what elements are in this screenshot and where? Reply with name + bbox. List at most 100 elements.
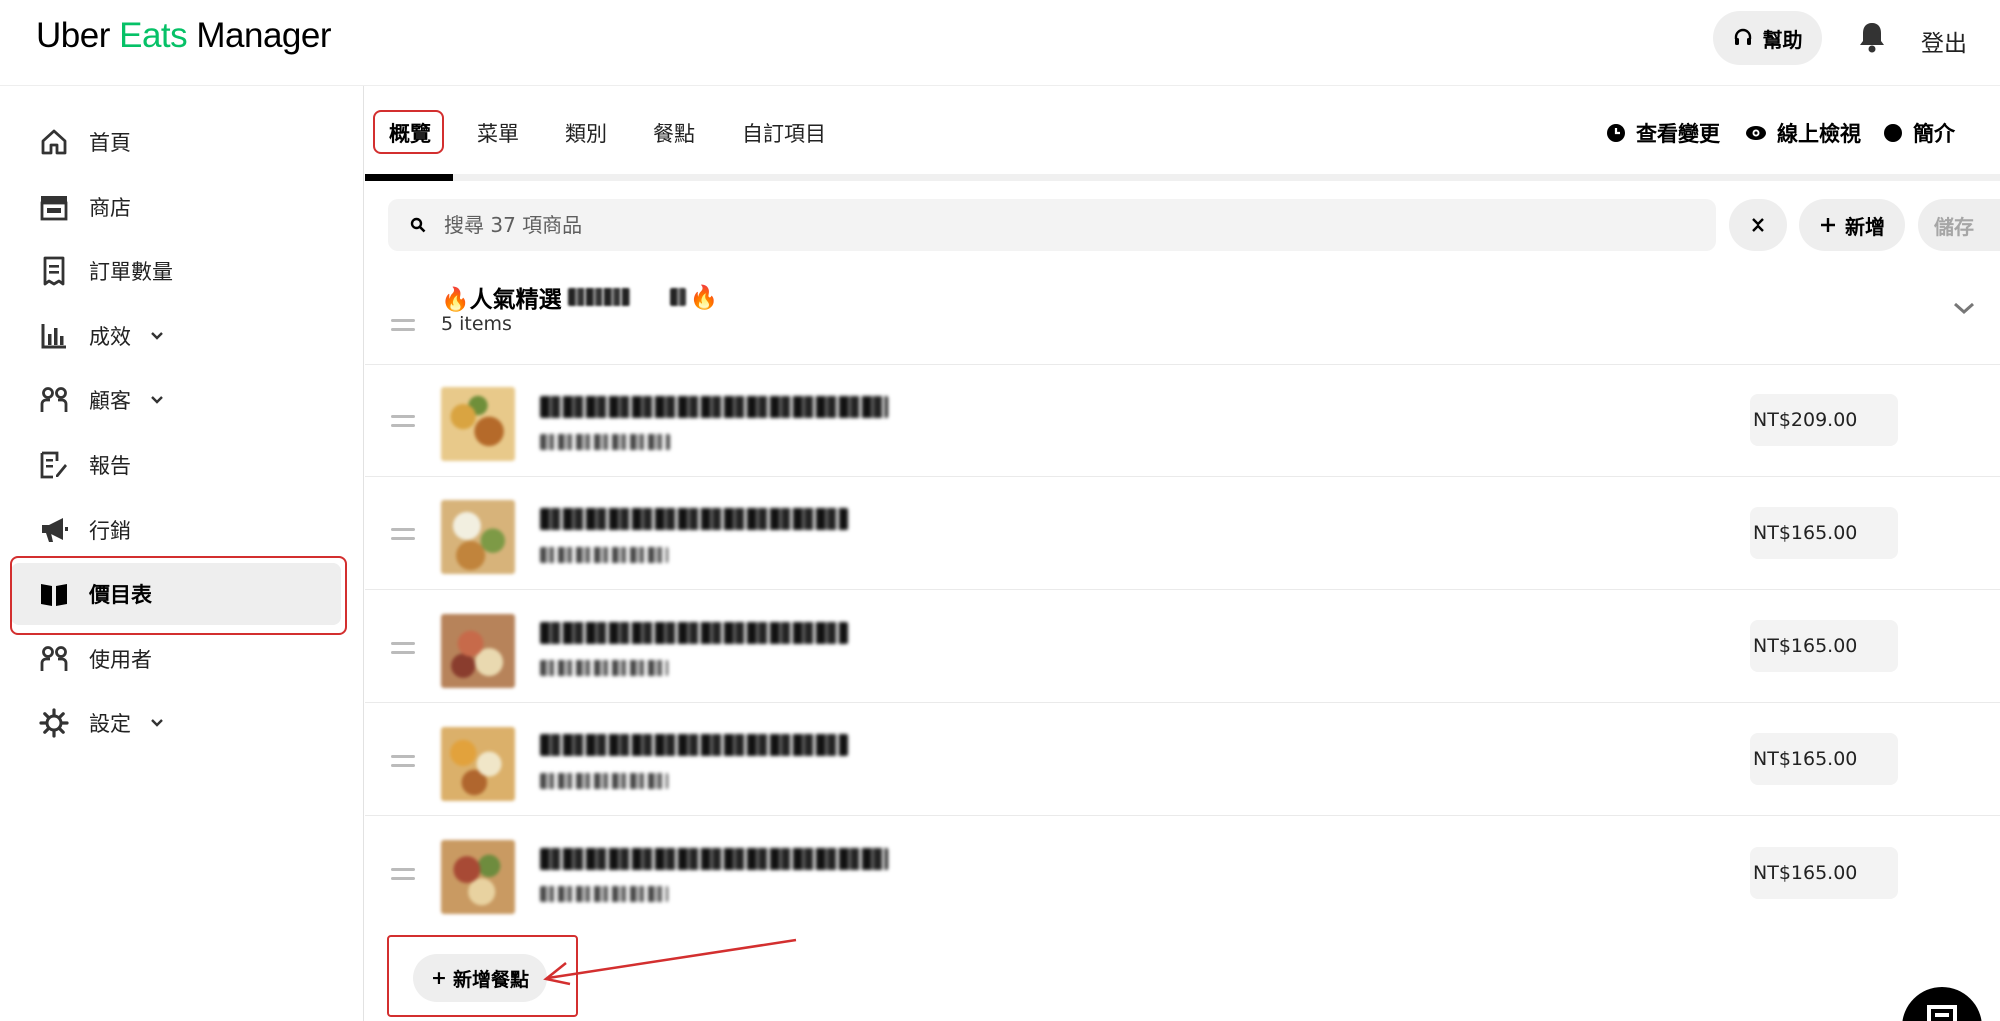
- sidebar-item-price-list[interactable]: 價目表: [11, 563, 341, 625]
- add-item-label: 新增餐點: [452, 968, 529, 991]
- customers-icon: [35, 381, 73, 419]
- sidebar-item-label: 行銷: [89, 519, 131, 543]
- add-item-button[interactable]: + 新增餐點: [413, 954, 547, 1002]
- preview-online-button[interactable]: 線上檢視: [1745, 118, 1861, 148]
- sidebar-item-label: 訂單數量: [89, 260, 173, 284]
- item-thumbnail[interactable]: [441, 614, 515, 688]
- tab-overview[interactable]: 概覽: [389, 118, 431, 148]
- collapse-all-button[interactable]: [1729, 199, 1787, 251]
- chevron-down-icon[interactable]: [1951, 300, 1977, 316]
- search-bar[interactable]: [388, 199, 1716, 251]
- help-label: 幫助: [1762, 27, 1803, 52]
- logo-eats-text: Eats: [119, 16, 188, 55]
- logo-uber-text: Uber: [36, 16, 120, 55]
- drag-handle-icon[interactable]: [391, 755, 415, 767]
- sidebar-item-home[interactable]: 首頁: [11, 111, 341, 173]
- logo-manager-text: Manager: [187, 16, 332, 55]
- sidebar: 首頁 商店 訂單數量 成效 顧客 報告 行銷 價目表 使用者 設定: [0, 86, 364, 1021]
- add-label: 新增: [1845, 214, 1885, 239]
- tab-active-indicator: [365, 174, 453, 181]
- category-title-prefix: 🔥人氣精選: [441, 287, 562, 313]
- store-icon: [35, 188, 73, 226]
- chart-icon: [35, 317, 73, 355]
- report-icon: [35, 446, 73, 484]
- megaphone-icon: [35, 511, 73, 549]
- plus-icon: [1821, 218, 1835, 232]
- sidebar-item-label: 顧客: [89, 389, 131, 413]
- price-field[interactable]: NT$209.00: [1750, 394, 1898, 446]
- sidebar-item-orders[interactable]: 訂單數量: [11, 240, 341, 302]
- item-description-redacted: [540, 773, 668, 789]
- item-name-redacted[interactable]: [540, 508, 848, 530]
- drag-handle-icon[interactable]: [391, 868, 415, 880]
- tab-items[interactable]: 餐點: [653, 118, 695, 148]
- view-changes-label: 查看變更: [1636, 122, 1720, 146]
- gear-icon: [35, 704, 73, 742]
- item-thumbnail[interactable]: [441, 840, 515, 914]
- bell-icon[interactable]: [1857, 20, 1887, 54]
- item-name-redacted[interactable]: [540, 848, 888, 870]
- sidebar-item-store[interactable]: 商店: [11, 176, 341, 238]
- price-field[interactable]: NT$165.00: [1750, 620, 1898, 672]
- sidebar-item-performance[interactable]: 成效: [11, 305, 341, 367]
- sidebar-item-label: 使用者: [89, 648, 152, 672]
- drag-handle-icon[interactable]: [391, 415, 415, 427]
- intro-label: 簡介: [1913, 122, 1955, 146]
- logout-link[interactable]: 登出: [1921, 24, 1967, 58]
- intro-button[interactable]: 簡介: [1883, 118, 1955, 148]
- divider: [365, 815, 2000, 816]
- item-name-redacted[interactable]: [540, 396, 888, 418]
- drag-handle-icon[interactable]: [391, 642, 415, 654]
- uber-eats-manager-logo[interactable]: Uber Eats Manager: [36, 16, 332, 56]
- category-title-suffix: 🔥: [689, 284, 719, 311]
- sidebar-item-customers[interactable]: 顧客: [11, 369, 341, 431]
- tab-underline-track: [365, 174, 2000, 181]
- menu-square-icon: [1927, 1005, 1957, 1021]
- save-button[interactable]: 儲存: [1918, 199, 2000, 251]
- drag-handle-icon[interactable]: [391, 528, 415, 540]
- divider: [365, 702, 2000, 703]
- receipt-icon: [35, 252, 73, 290]
- tab-modifiers[interactable]: 自訂項目: [742, 118, 826, 148]
- drag-handle-icon[interactable]: [391, 319, 415, 331]
- sidebar-item-label: 首頁: [89, 131, 131, 155]
- users-icon: [35, 640, 73, 678]
- item-name-redacted[interactable]: [540, 622, 848, 644]
- item-thumbnail[interactable]: [441, 727, 515, 801]
- top-bar: Uber Eats Manager 幫助 登出: [0, 0, 2000, 86]
- tab-menus[interactable]: 菜單: [477, 118, 519, 148]
- price-field[interactable]: NT$165.00: [1750, 847, 1898, 899]
- sidebar-item-marketing[interactable]: 行銷: [11, 499, 341, 561]
- sidebar-item-label: 設定: [89, 712, 131, 736]
- menu-book-icon: [35, 575, 73, 613]
- redacted-text: [567, 288, 630, 306]
- redacted-text: [669, 288, 686, 306]
- item-thumbnail[interactable]: [441, 387, 515, 461]
- sidebar-item-reports[interactable]: 報告: [11, 434, 341, 496]
- help-button[interactable]: 幫助: [1713, 11, 1822, 65]
- item-description-redacted: [540, 547, 668, 563]
- preview-online-label: 線上檢視: [1777, 122, 1861, 146]
- item-name-redacted[interactable]: [540, 734, 848, 756]
- clock-icon: [1607, 124, 1625, 142]
- chevron-down-icon: [151, 396, 163, 404]
- collapse-icon: [1752, 218, 1764, 232]
- divider: [365, 476, 2000, 477]
- tab-categories[interactable]: 類別: [565, 118, 607, 148]
- add-button[interactable]: 新增: [1799, 199, 1905, 251]
- floating-action-button[interactable]: [1902, 987, 1982, 1021]
- category-title[interactable]: 🔥人氣精選 🔥: [441, 280, 718, 314]
- category-item-count: 5 items: [441, 313, 512, 335]
- price-field[interactable]: NT$165.00: [1750, 733, 1898, 785]
- sidebar-item-settings[interactable]: 設定: [11, 692, 341, 754]
- chevron-down-icon: [151, 332, 163, 340]
- view-changes-button[interactable]: 查看變更: [1606, 118, 1720, 148]
- divider: [365, 589, 2000, 590]
- annotation-arrow: [543, 938, 797, 986]
- search-input[interactable]: [444, 213, 1644, 237]
- price-field[interactable]: NT$165.00: [1750, 507, 1898, 559]
- sidebar-item-users[interactable]: 使用者: [11, 628, 341, 690]
- sidebar-item-label: 報告: [89, 454, 131, 478]
- item-description-redacted: [540, 886, 668, 902]
- item-thumbnail[interactable]: [441, 500, 515, 574]
